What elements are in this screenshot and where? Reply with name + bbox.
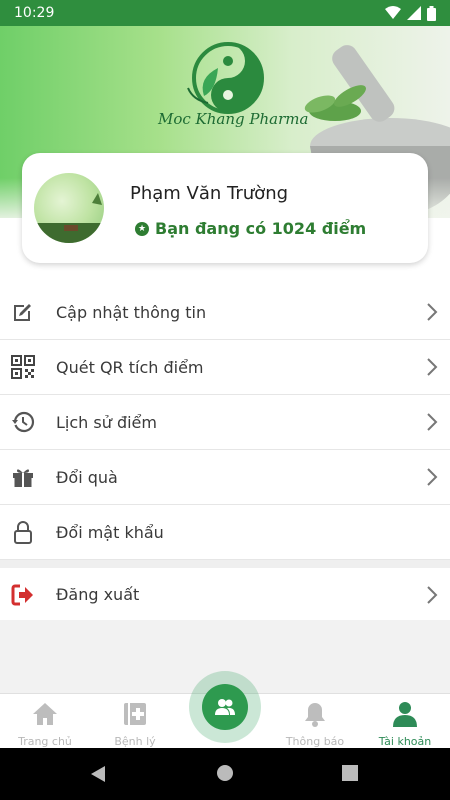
menu-item-logout[interactable]: Đăng xuất bbox=[0, 568, 450, 620]
menu-item-label: Đổi quà bbox=[56, 467, 118, 487]
chevron-right-icon bbox=[427, 413, 438, 431]
community-fab-button[interactable] bbox=[202, 684, 248, 730]
nav-label: Trang chủ bbox=[18, 735, 72, 748]
users-icon bbox=[215, 699, 235, 715]
section-divider bbox=[0, 560, 450, 568]
menu-item-update-info[interactable]: Cập nhật thông tin bbox=[0, 285, 450, 340]
menu-item-redeem-gift[interactable]: Đổi quà bbox=[0, 450, 450, 505]
points-text: Bạn đang có 1024 điểm bbox=[155, 219, 367, 238]
menu-item-label: Lịch sử điểm bbox=[56, 412, 157, 432]
home-button-icon[interactable] bbox=[216, 764, 234, 782]
brand-logo bbox=[187, 42, 264, 114]
medical-book-icon bbox=[124, 703, 146, 725]
logout-icon bbox=[11, 584, 33, 606]
back-icon[interactable] bbox=[90, 765, 106, 783]
avatar[interactable] bbox=[34, 173, 104, 243]
star-icon: ★ bbox=[135, 221, 149, 236]
edit-icon bbox=[14, 304, 31, 321]
recents-icon[interactable] bbox=[342, 765, 358, 781]
home-icon bbox=[33, 703, 57, 725]
nav-label: Bệnh lý bbox=[114, 735, 156, 748]
menu-item-points-history[interactable]: Lịch sử điểm bbox=[0, 395, 450, 450]
user-name: Phạm Văn Trường bbox=[130, 183, 289, 204]
nav-item-notifications[interactable]: Thông báo bbox=[270, 694, 360, 749]
qr-code-icon bbox=[11, 355, 35, 379]
chevron-right-icon bbox=[427, 468, 438, 486]
status-time: 10:29 bbox=[14, 5, 55, 21]
chevron-right-icon bbox=[427, 358, 438, 376]
user-icon bbox=[393, 702, 417, 727]
menu-item-scan-qr[interactable]: Quét QR tích điểm bbox=[0, 340, 450, 395]
chevron-right-icon bbox=[427, 586, 438, 604]
account-menu: Cập nhật thông tin Quét QR tích điểm Lịc… bbox=[0, 218, 450, 620]
bell-icon bbox=[305, 703, 325, 727]
nav-label: Thông báo bbox=[285, 735, 345, 748]
battery-icon bbox=[427, 5, 436, 21]
signal-icon bbox=[407, 6, 421, 20]
menu-item-label: Cập nhật thông tin bbox=[56, 302, 207, 322]
menu-item-label: Đổi mật khẩu bbox=[56, 522, 164, 542]
points-row: ★ Bạn đang có 1024 điểm bbox=[135, 219, 366, 238]
profile-card: Phạm Văn Trường ★ Bạn đang có 1024 điểm bbox=[22, 153, 428, 263]
system-nav-bar bbox=[0, 748, 450, 800]
gift-icon bbox=[13, 469, 33, 487]
history-icon bbox=[12, 411, 35, 433]
avatar-image bbox=[34, 193, 104, 243]
nav-item-pathology[interactable]: Bệnh lý bbox=[90, 694, 180, 749]
nav-item-account[interactable]: Tài khoản bbox=[360, 694, 450, 749]
menu-item-label: Quét QR tích điểm bbox=[56, 357, 204, 377]
chevron-right-icon bbox=[427, 303, 438, 321]
nav-item-home[interactable]: Trang chủ bbox=[0, 694, 90, 749]
wifi-icon bbox=[385, 6, 401, 19]
menu-item-label: Đăng xuất bbox=[56, 584, 140, 604]
status-icons bbox=[385, 5, 436, 21]
status-bar: 10:29 bbox=[0, 0, 450, 26]
lock-icon bbox=[14, 521, 32, 544]
nav-label: Tài khoản bbox=[378, 735, 432, 748]
menu-item-change-password[interactable]: Đổi mật khẩu bbox=[0, 505, 450, 560]
